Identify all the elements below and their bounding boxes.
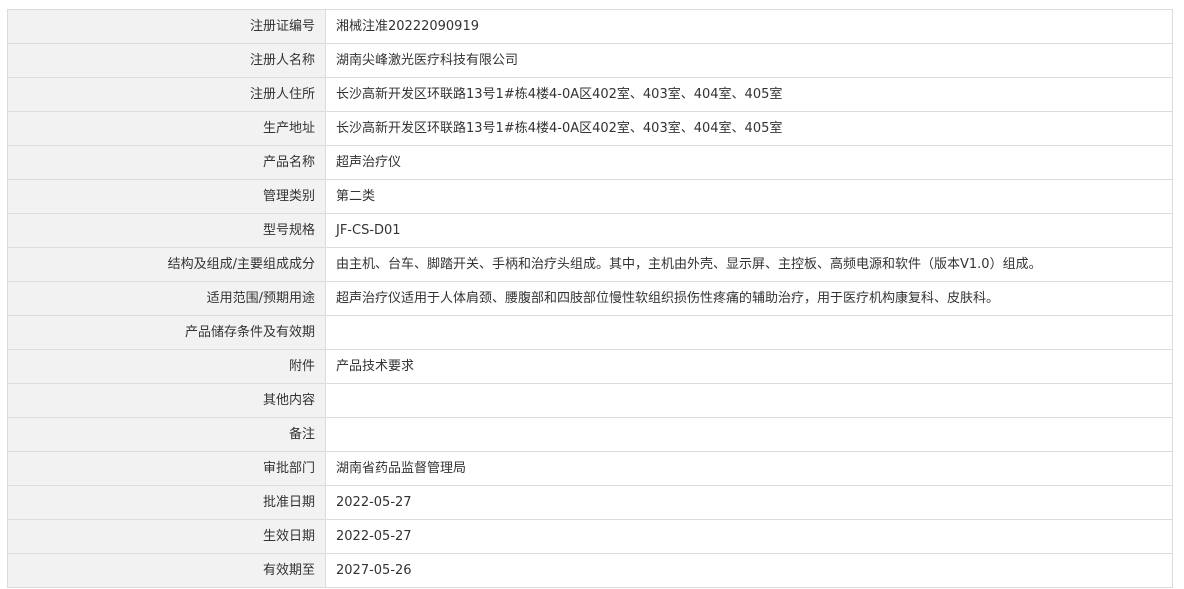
table-row: 附件 产品技术要求: [7, 349, 1173, 384]
row-label: 产品名称: [7, 145, 326, 180]
row-label: 适用范围/预期用途: [7, 281, 326, 316]
table-row: 注册人住所 长沙高新开发区环联路13号1#栋4楼4-0A区402室、403室、4…: [7, 77, 1173, 112]
row-label: 结构及组成/主要组成成分: [7, 247, 326, 282]
table-row: 生效日期 2022-05-27: [7, 519, 1173, 554]
row-value: 湘械注准20222090919: [325, 9, 1173, 44]
table-row: 备注: [7, 417, 1173, 452]
table-row: 其他内容: [7, 383, 1173, 418]
row-label: 注册人住所: [7, 77, 326, 112]
row-value: 湖南尖峰激光医疗科技有限公司: [325, 43, 1173, 78]
table-row: 型号规格 JF-CS-D01: [7, 213, 1173, 248]
row-value: [325, 315, 1173, 350]
row-value: 湖南省药品监督管理局: [325, 451, 1173, 486]
row-label: 产品储存条件及有效期: [7, 315, 326, 350]
row-value: 产品技术要求: [325, 349, 1173, 384]
row-value: JF-CS-D01: [325, 213, 1173, 248]
row-value: 2022-05-27: [325, 519, 1173, 554]
registration-info-panel: 注册证编号 湘械注准20222090919 注册人名称 湖南尖峰激光医疗科技有限…: [7, 9, 1173, 588]
table-row: 注册人名称 湖南尖峰激光医疗科技有限公司: [7, 43, 1173, 78]
row-value: 超声治疗仪: [325, 145, 1173, 180]
row-label: 批准日期: [7, 485, 326, 520]
row-value: 超声治疗仪适用于人体肩颈、腰腹部和四肢部位慢性软组织损伤性疼痛的辅助治疗，用于医…: [325, 281, 1173, 316]
row-value: 长沙高新开发区环联路13号1#栋4楼4-0A区402室、403室、404室、40…: [325, 111, 1173, 146]
table-row: 产品储存条件及有效期: [7, 315, 1173, 350]
row-value: [325, 383, 1173, 418]
row-value: 长沙高新开发区环联路13号1#栋4楼4-0A区402室、403室、404室、40…: [325, 77, 1173, 112]
row-label: 注册人名称: [7, 43, 326, 78]
row-label: 备注: [7, 417, 326, 452]
table-row: 管理类别 第二类: [7, 179, 1173, 214]
table-row: 注册证编号 湘械注准20222090919: [7, 9, 1173, 44]
row-label: 生产地址: [7, 111, 326, 146]
table-row: 产品名称 超声治疗仪: [7, 145, 1173, 180]
table-row: 批准日期 2022-05-27: [7, 485, 1173, 520]
row-label: 审批部门: [7, 451, 326, 486]
row-label: 管理类别: [7, 179, 326, 214]
table-row: 结构及组成/主要组成成分 由主机、台车、脚踏开关、手柄和治疗头组成。其中，主机由…: [7, 247, 1173, 282]
row-label: 附件: [7, 349, 326, 384]
table-row: 生产地址 长沙高新开发区环联路13号1#栋4楼4-0A区402室、403室、40…: [7, 111, 1173, 146]
row-label: 注册证编号: [7, 9, 326, 44]
row-value: 第二类: [325, 179, 1173, 214]
row-value: 由主机、台车、脚踏开关、手柄和治疗头组成。其中，主机由外壳、显示屏、主控板、高频…: [325, 247, 1173, 282]
registration-info-table: 注册证编号 湘械注准20222090919 注册人名称 湖南尖峰激光医疗科技有限…: [7, 9, 1173, 588]
table-row: 适用范围/预期用途 超声治疗仪适用于人体肩颈、腰腹部和四肢部位慢性软组织损伤性疼…: [7, 281, 1173, 316]
row-label: 其他内容: [7, 383, 326, 418]
row-value: [325, 417, 1173, 452]
table-row: 有效期至 2027-05-26: [7, 553, 1173, 588]
row-label: 生效日期: [7, 519, 326, 554]
row-label: 有效期至: [7, 553, 326, 588]
table-row: 审批部门 湖南省药品监督管理局: [7, 451, 1173, 486]
row-label: 型号规格: [7, 213, 326, 248]
row-value: 2027-05-26: [325, 553, 1173, 588]
row-value: 2022-05-27: [325, 485, 1173, 520]
